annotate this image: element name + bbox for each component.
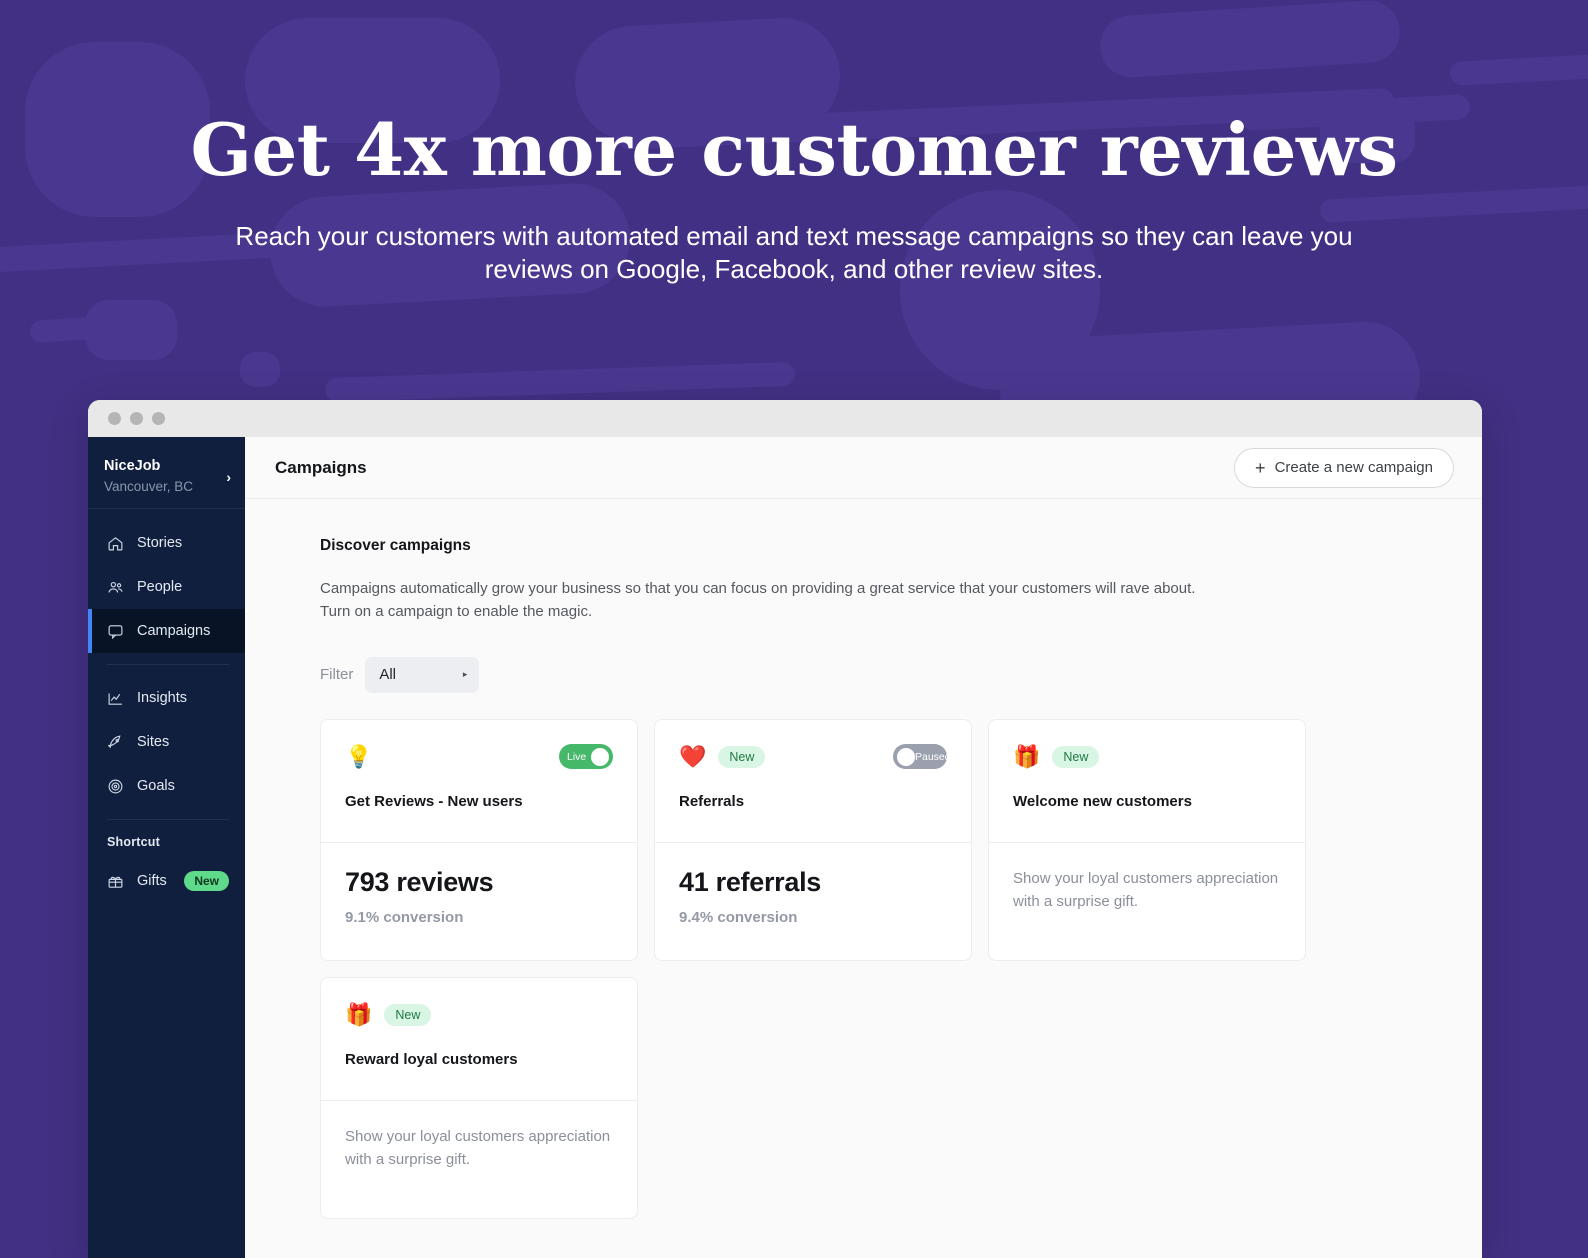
campaign-name: Welcome new customers — [1013, 792, 1192, 810]
campaign-card-header: 🎁 New Welcome new customers — [989, 720, 1305, 842]
lightbulb-icon: 💡 — [345, 743, 373, 769]
section-description: Campaigns automatically grow your busine… — [320, 580, 1196, 621]
campaign-description: Show your loyal customers appreciation w… — [1013, 869, 1279, 910]
create-campaign-button[interactable]: + Create a new campaign — [1234, 447, 1454, 488]
filter-label: Filter — [320, 666, 354, 683]
gift-icon — [107, 873, 124, 890]
campaign-card[interactable]: 🎁 New Welcome new customers Show your lo… — [988, 718, 1306, 961]
campaign-card-grid: 💡 Live Get Reviews - New users 793 revie… — [275, 718, 1442, 1219]
maximize-dot[interactable] — [152, 412, 165, 425]
sidebar-nav: Stories People Campaigns Insights Sites … — [88, 509, 245, 903]
sidebar-item-sites[interactable]: Sites — [88, 720, 245, 764]
sidebar-item-gifts[interactable]: Gifts New — [88, 859, 245, 903]
campaign-name: Referrals — [679, 792, 745, 810]
campaign-card-header: ❤️ New Paused Referrals — [655, 720, 971, 842]
heart-icon: ❤️ — [679, 743, 707, 769]
sidebar-item-label: Insights — [137, 690, 187, 706]
target-icon — [107, 778, 124, 795]
campaign-card-header: 💡 Live Get Reviews - New users — [321, 720, 637, 842]
sidebar: NiceJob Vancouver, BC › Stories People C… — [88, 437, 245, 1258]
campaign-card[interactable]: ❤️ New Paused Referrals 41 referrals 9.4… — [654, 718, 972, 961]
campaign-description: Show your loyal customers appreciation w… — [345, 1127, 611, 1168]
sidebar-item-label: People — [137, 579, 183, 595]
filter-row: Filter All ▸ — [275, 656, 1442, 693]
window-titlebar — [88, 400, 1482, 437]
hero-title: Get 4x more customer reviews — [190, 107, 1398, 192]
sidebar-item-label: Stories — [137, 535, 183, 551]
sidebar-item-insights[interactable]: Insights — [88, 676, 245, 720]
sidebar-item-people[interactable]: People — [88, 565, 245, 609]
campaign-card[interactable]: 🎁 New Reward loyal customers Show your l… — [320, 976, 638, 1219]
main-content: Campaigns + Create a new campaign Discov… — [245, 437, 1482, 1258]
plus-icon: + — [1255, 457, 1266, 478]
sidebar-item-label: Goals — [137, 778, 175, 794]
sidebar-section-title: Shortcut — [107, 835, 160, 849]
campaign-conversion: 9.1% conversion — [345, 908, 464, 926]
toggle-knob — [897, 747, 915, 766]
campaign-name: Reward loyal customers — [345, 1050, 518, 1068]
page-header: Campaigns + Create a new campaign — [245, 437, 1482, 499]
chevron-right-icon[interactable]: › — [226, 457, 231, 485]
campaign-card-stats: 793 reviews 9.1% conversion — [321, 841, 637, 960]
campaign-card-header: 🎁 New Reward loyal customers — [321, 978, 637, 1100]
campaign-card-stats: 41 referrals 9.4% conversion — [655, 841, 971, 960]
home-icon — [107, 535, 124, 552]
status-badge: New — [718, 745, 766, 768]
close-dot[interactable] — [108, 412, 121, 425]
campaign-toggle[interactable]: Live — [559, 744, 613, 769]
sidebar-item-label: Gifts — [137, 873, 167, 889]
campaign-card-description: Show your loyal customers appreciation w… — [989, 841, 1305, 960]
org-switcher[interactable]: NiceJob Vancouver, BC › — [88, 437, 245, 509]
page-title: Campaigns — [275, 457, 367, 477]
hero-section: Get 4x more customer reviews Reach your … — [0, 0, 1588, 400]
status-badge: New — [384, 1003, 432, 1026]
toggle-label: Live — [567, 750, 587, 763]
sidebar-item-goals[interactable]: Goals — [88, 764, 245, 808]
sidebar-item-campaigns[interactable]: Campaigns — [88, 609, 245, 653]
status-badge: New — [184, 871, 229, 891]
sidebar-item-label: Sites — [137, 734, 170, 750]
sidebar-item-stories[interactable]: Stories — [88, 521, 245, 565]
toggle-knob — [591, 747, 609, 766]
campaign-card-description: Show your loyal customers appreciation w… — [321, 1099, 637, 1218]
minimize-dot[interactable] — [130, 412, 143, 425]
org-location: Vancouver, BC — [104, 478, 194, 494]
sidebar-divider — [107, 819, 229, 820]
blue-gift-icon: 🎁 — [345, 1001, 373, 1027]
campaign-conversion: 9.4% conversion — [679, 908, 798, 926]
people-icon — [107, 579, 124, 596]
hero-subtitle: Reach your customers with automated emai… — [235, 220, 1353, 284]
campaign-card[interactable]: 💡 Live Get Reviews - New users 793 revie… — [320, 718, 638, 961]
campaign-toggle[interactable]: Paused — [893, 744, 951, 769]
discover-section: Discover campaigns Campaigns automatical… — [245, 499, 1482, 1219]
campaign-name: Get Reviews - New users — [345, 792, 523, 810]
rocket-icon — [107, 734, 124, 751]
chart-icon — [107, 690, 124, 707]
chevron-down-icon: ▸ — [462, 669, 468, 679]
filter-value: All — [379, 666, 397, 683]
campaign-stat: 793 reviews — [345, 866, 494, 897]
app-window: NiceJob Vancouver, BC › Stories People C… — [88, 400, 1482, 1258]
status-badge: New — [1052, 745, 1100, 768]
sidebar-divider — [107, 664, 229, 665]
filter-select[interactable]: All ▸ — [365, 656, 480, 693]
message-icon — [107, 623, 124, 640]
create-campaign-label: Create a new campaign — [1274, 459, 1433, 476]
campaign-stat: 41 referrals — [679, 866, 822, 897]
section-heading: Discover campaigns — [320, 537, 471, 554]
toggle-label: Paused — [915, 750, 951, 763]
sidebar-item-label: Campaigns — [137, 623, 211, 639]
green-gift-icon: 🎁 — [1013, 743, 1041, 769]
org-name: NiceJob — [104, 458, 161, 474]
